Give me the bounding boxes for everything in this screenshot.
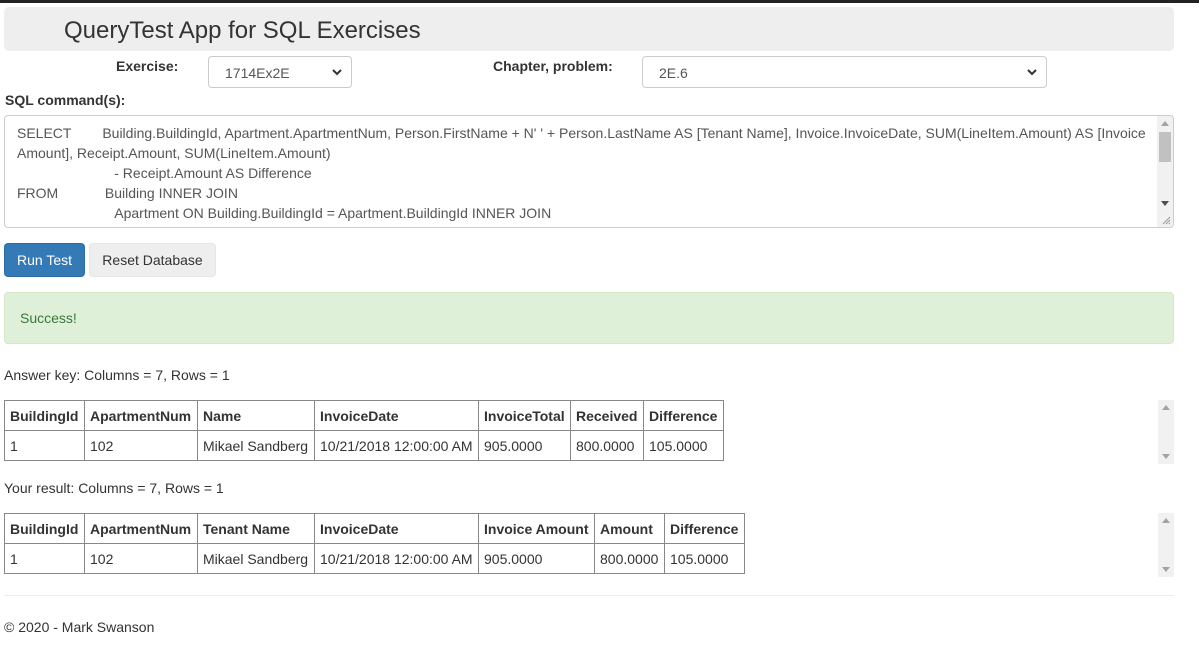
column-header: BuildingId <box>4 400 85 431</box>
column-header: BuildingId <box>4 513 85 544</box>
answer-key-caption: Answer key: Columns = 7, Rows = 1 <box>4 367 230 383</box>
your-result-table: BuildingId ApartmentNum Tenant Name Invo… <box>4 513 745 574</box>
your-result-table-container: BuildingId ApartmentNum Tenant Name Invo… <box>4 513 1174 577</box>
sql-text: SELECT Building.BuildingId, Apartment.Ap… <box>17 125 1146 227</box>
column-header: InvoiceTotal <box>478 400 571 431</box>
answer-key-scrollbar[interactable] <box>1158 400 1174 464</box>
table-cell: 105.0000 <box>664 543 745 574</box>
table-cell: 1 <box>4 430 85 461</box>
your-result-scrollbar[interactable] <box>1158 513 1174 577</box>
table-row: 1 102 Mikael Sandberg 10/21/2018 12:00:0… <box>4 543 745 574</box>
scroll-up-icon[interactable] <box>1162 518 1170 523</box>
footer-divider <box>4 595 1174 596</box>
reset-database-button[interactable]: Reset Database <box>89 243 216 277</box>
success-alert: Success! <box>4 292 1174 344</box>
sql-scrollbar[interactable] <box>1157 116 1173 227</box>
table-cell: 905.0000 <box>478 430 571 461</box>
table-row: 1 102 Mikael Sandberg 10/21/2018 12:00:0… <box>4 430 724 461</box>
chapter-label: Chapter, problem: <box>493 58 613 74</box>
table-cell: 905.0000 <box>478 543 595 574</box>
app-header: QueryTest App for SQL Exercises <box>4 7 1174 51</box>
resize-grip-icon[interactable] <box>1161 215 1171 225</box>
app-title: QueryTest App for SQL Exercises <box>64 17 421 44</box>
table-cell: 102 <box>84 543 198 574</box>
column-header: Difference <box>643 400 724 431</box>
table-cell: Mikael Sandberg <box>197 543 315 574</box>
column-header: Amount <box>594 513 665 544</box>
column-header: Difference <box>664 513 745 544</box>
answer-key-table-container: BuildingId ApartmentNum Name InvoiceDate… <box>4 400 1174 464</box>
table-cell: 105.0000 <box>643 430 724 461</box>
run-test-button[interactable]: Run Test <box>4 243 85 277</box>
exercise-select-value: 1714Ex2E <box>225 65 290 81</box>
table-cell: 800.0000 <box>594 543 665 574</box>
scroll-down-icon[interactable] <box>1162 454 1170 459</box>
column-header: InvoiceDate <box>314 400 479 431</box>
scroll-up-icon[interactable] <box>1161 121 1169 126</box>
scrollbar-thumb[interactable] <box>1159 132 1171 162</box>
column-header: Tenant Name <box>197 513 315 544</box>
sql-textarea[interactable]: SELECT Building.BuildingId, Apartment.Ap… <box>4 115 1174 228</box>
table-cell: 10/21/2018 12:00:00 AM <box>314 543 479 574</box>
sql-label: SQL command(s): <box>5 92 126 108</box>
column-header: ApartmentNum <box>84 400 198 431</box>
table-cell: 102 <box>84 430 198 461</box>
column-header: InvoiceDate <box>314 513 479 544</box>
footer-copyright: © 2020 - Mark Swanson <box>4 619 155 635</box>
exercise-select[interactable]: 1714Ex2E <box>208 56 352 88</box>
chevron-down-icon <box>1027 69 1037 76</box>
column-header: Name <box>197 400 315 431</box>
chevron-down-icon <box>332 69 342 76</box>
scroll-up-icon[interactable] <box>1162 405 1170 410</box>
column-header: ApartmentNum <box>84 513 198 544</box>
scroll-down-icon[interactable] <box>1162 567 1170 572</box>
alert-text: Success! <box>20 310 77 326</box>
table-cell: Mikael Sandberg <box>197 430 315 461</box>
table-cell: 800.0000 <box>570 430 644 461</box>
table-cell: 10/21/2018 12:00:00 AM <box>314 430 479 461</box>
chapter-select[interactable]: 2E.6 <box>642 56 1047 88</box>
column-header: Received <box>570 400 644 431</box>
scroll-down-icon[interactable] <box>1161 201 1169 206</box>
table-cell: 1 <box>4 543 85 574</box>
exercise-label: Exercise: <box>116 58 179 74</box>
answer-key-table: BuildingId ApartmentNum Name InvoiceDate… <box>4 400 724 461</box>
chapter-select-value: 2E.6 <box>659 65 688 81</box>
column-header: Invoice Amount <box>478 513 595 544</box>
your-result-caption: Your result: Columns = 7, Rows = 1 <box>4 480 224 496</box>
